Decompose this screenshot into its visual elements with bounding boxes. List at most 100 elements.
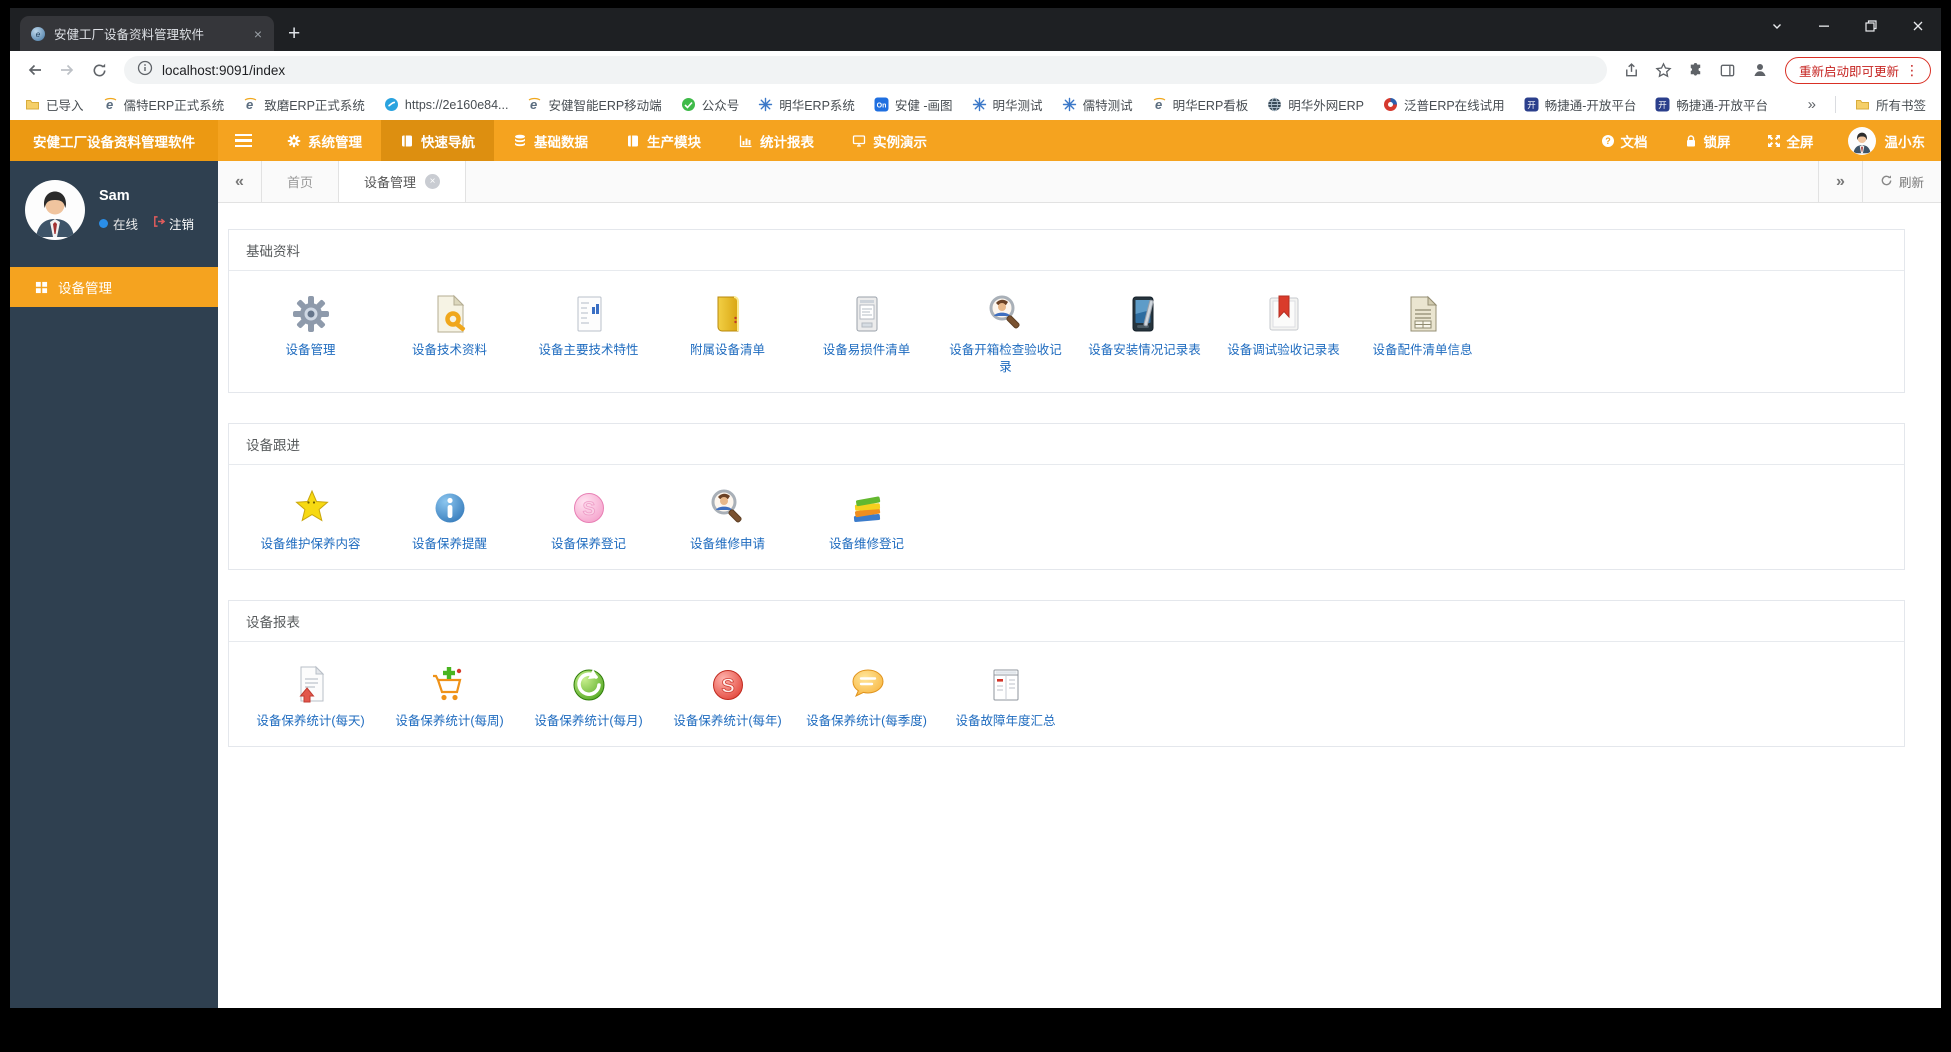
forward-icon[interactable] — [52, 55, 82, 85]
module-item-label: 设备管理 — [285, 343, 336, 357]
window-restore-icon[interactable] — [1847, 8, 1894, 44]
grid-icon — [35, 281, 48, 294]
app-brand: 安健工厂设备资料管理软件 — [10, 120, 218, 161]
new-tab-button[interactable]: + — [288, 23, 300, 44]
module-item[interactable]: 设备保养统计(每天) — [241, 656, 380, 730]
extensions-puzzle-icon[interactable] — [1681, 55, 1711, 85]
nav-item-label: 快速导航 — [421, 134, 475, 150]
nav-item-book[interactable]: 快速导航 — [381, 120, 494, 161]
back-icon[interactable] — [20, 55, 50, 85]
module-item[interactable]: 附属设备清单 — [658, 285, 797, 376]
bookmark-item[interactable]: e 明华ERP看板 — [1152, 95, 1248, 114]
logout-icon — [152, 215, 166, 231]
bookmark-label: 明华测试 — [992, 99, 1043, 113]
browser-menu-kebab-icon[interactable]: ⋮ — [1899, 62, 1925, 79]
tab-home[interactable]: 首页 — [262, 161, 340, 202]
module-item[interactable]: 设备保养统计(每月) — [519, 656, 658, 730]
module-item[interactable]: 设备维护保养内容 — [241, 479, 380, 553]
module-item[interactable]: 设备调试验收记录表 — [1214, 285, 1353, 376]
module-item[interactable]: 设备易损件清单 — [797, 285, 936, 376]
module-item-label: 设备保养登记 — [550, 536, 626, 551]
bookmarks-overflow-icon[interactable]: » — [1808, 96, 1816, 113]
nav-util-fullscreen[interactable]: 全屏 — [1749, 131, 1832, 151]
module-item[interactable]: 设备安装情况记录表 — [1075, 285, 1214, 376]
bookmark-item[interactable]: e 致磨ERP正式系统 — [243, 95, 365, 114]
bookmark-item[interactable]: 公众号 — [681, 95, 739, 114]
nav-util-lock[interactable]: 锁屏 — [1666, 131, 1749, 151]
side-panel-icon[interactable] — [1713, 55, 1743, 85]
nav-item-gear[interactable]: 系统管理 — [268, 120, 381, 161]
tab-close-icon[interactable]: × — [252, 26, 264, 42]
module-item[interactable]: S 设备保养统计(每年) — [658, 656, 797, 730]
bookmark-item[interactable]: e 安健智能ERP移动端 — [527, 95, 662, 114]
module-item-label: 设备保养统计(每年) — [673, 713, 782, 728]
module-item[interactable]: 设备技术资料 — [380, 285, 519, 376]
logout-button[interactable]: 注销 — [152, 214, 194, 233]
browser-tab[interactable]: e 安健工厂设备资料管理软件 × — [20, 16, 274, 51]
bookmark-item[interactable]: 开畅捷通-开放平台 — [1655, 95, 1768, 114]
nav-util-help[interactable]: ? 文档 — [1583, 131, 1666, 151]
bookmarks-bar: 已导入 e 儒特ERP正式系统 e 致磨ERP正式系统 https://2e160e84.… — [10, 89, 1941, 120]
module-item[interactable]: 设备开箱检查验收记录 — [936, 285, 1075, 376]
on-badge-icon: On — [874, 97, 889, 112]
sidebar-item-grid[interactable]: 设备管理 — [10, 267, 218, 307]
module-item[interactable]: 设备保养统计(每周) — [380, 656, 519, 730]
url-bar[interactable]: localhost:9091/index — [124, 56, 1607, 84]
refresh-button[interactable]: 刷新 — [1861, 161, 1941, 202]
svg-text:S: S — [721, 675, 734, 697]
user-chip[interactable]: 温小东 — [1832, 126, 1926, 155]
reload-icon[interactable] — [84, 55, 114, 85]
nav-item-database[interactable]: 基础数据 — [494, 120, 607, 161]
bookmark-item[interactable]: 明华测试 — [972, 95, 1043, 114]
module-item[interactable]: 设备配件清单信息 — [1353, 285, 1492, 376]
module-item[interactable]: 设备主要技术特性 — [519, 285, 658, 376]
tabs-scroll-left-icon[interactable]: « — [218, 161, 262, 202]
tab-search-chevron-icon[interactable] — [1753, 8, 1800, 44]
module-item[interactable]: 设备维修申请 — [658, 479, 797, 553]
bookmark-item[interactable]: On 安健 -画图 — [874, 95, 953, 114]
sidebar: Sam 在线 注销 设备管理 — [10, 161, 218, 1008]
bookmark-item[interactable]: https://2e160e84... — [384, 97, 508, 112]
module-item[interactable]: 设备管理 — [241, 285, 380, 376]
nav-item-module[interactable]: 生产模块 — [607, 120, 720, 161]
profile-icon[interactable] — [1745, 55, 1775, 85]
tab-close-circle-icon[interactable]: × — [425, 174, 441, 189]
bookmark-item[interactable]: 明华ERP系统 — [758, 95, 855, 114]
app-nav-right-wrap: ? 文档 锁屏 全屏 温小东 — [1583, 120, 1942, 161]
tab-favicon-globe-icon: e — [30, 26, 46, 42]
app-nav-right: ? 文档 锁屏 全屏 — [1583, 131, 1832, 151]
device-icon — [846, 293, 888, 335]
bookmark-item[interactable]: 已导入 — [25, 95, 84, 114]
nav-item-label: 生产模块 — [647, 134, 701, 150]
chart-icon — [739, 134, 753, 148]
module-item-label: 设备主要技术特性 — [538, 343, 639, 357]
all-bookmarks-button[interactable]: 所有书签 — [1855, 95, 1926, 114]
kai-icon: 开 — [1655, 97, 1670, 112]
tabs-scroll-right-icon[interactable]: » — [1817, 161, 1862, 202]
hamburger-icon[interactable] — [218, 120, 268, 161]
window-close-icon[interactable] — [1894, 8, 1941, 44]
share-icon[interactable] — [1617, 55, 1647, 85]
bookmark-label: 畅捷通-开放平台 — [1544, 99, 1637, 113]
module-item[interactable]: 设备维修登记 — [797, 479, 936, 553]
workarea: Sam 在线 注销 设备管理 « 首页 设备管理 × » 刷新 基础资料 设备管… — [10, 161, 1941, 1008]
nav-item-chart[interactable]: 统计报表 — [720, 120, 833, 161]
nav-item-monitor[interactable]: 实例演示 — [833, 120, 946, 161]
bookmark-item[interactable]: 明华外网ERP — [1267, 95, 1364, 114]
bookmark-item[interactable]: 开畅捷通-开放平台 — [1524, 95, 1637, 114]
window-minimize-icon[interactable] — [1800, 8, 1847, 44]
bookmark-item[interactable]: 泛普ERP在线试用 — [1383, 95, 1505, 114]
tab-device-management[interactable]: 设备管理 × — [339, 161, 467, 202]
bookmark-item[interactable]: e 儒特ERP正式系统 — [103, 95, 224, 114]
online-status-label: 在线 — [113, 217, 139, 232]
module-item[interactable]: 设备保养统计(每季度) — [797, 656, 936, 730]
user-display-name: 温小东 — [1884, 134, 1926, 150]
update-chip[interactable]: 重新启动即可更新 ⋮ — [1784, 56, 1931, 84]
module-item[interactable]: 设备保养提醒 — [380, 479, 519, 553]
bookmark-star-icon[interactable] — [1649, 55, 1679, 85]
module-item[interactable]: 设备故障年度汇总 — [936, 656, 1075, 730]
bookmark-item[interactable]: 儒特测试 — [1062, 95, 1133, 114]
module-item-label: 设备安装情况记录表 — [1088, 343, 1201, 357]
site-info-icon[interactable] — [137, 60, 153, 81]
module-item[interactable]: S 设备保养登记 — [519, 479, 658, 553]
